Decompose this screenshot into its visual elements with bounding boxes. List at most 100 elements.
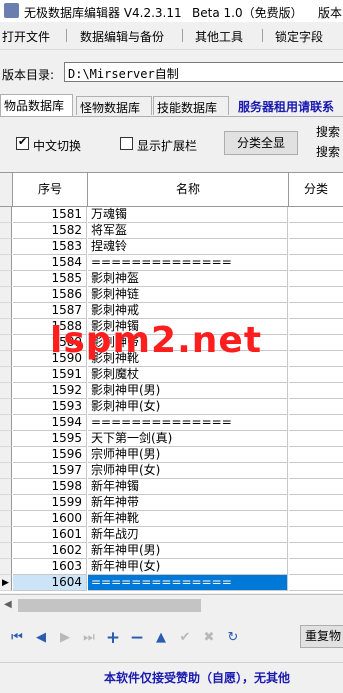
delete-icon[interactable]: − [128,629,146,647]
cell-no[interactable]: 1592 [13,383,87,399]
cell-no[interactable]: 1604 [13,575,87,591]
reset-button[interactable]: 重复物 [300,625,343,648]
cell-category[interactable] [289,239,343,255]
cell-category[interactable] [289,559,343,575]
cell-no[interactable]: 1581 [13,207,87,223]
refresh-icon[interactable]: ↻ [224,629,242,647]
cell-category[interactable] [289,367,343,383]
next-icon[interactable]: ▶ [56,629,74,647]
cell-name[interactable]: 影刺神盔 [88,271,288,287]
cell-name[interactable]: ============== [88,575,288,591]
cell-no[interactable]: 1596 [13,447,87,463]
cell-no[interactable]: 1594 [13,415,87,431]
cell-no[interactable]: 1584 [13,255,87,271]
table-row[interactable]: 1599 新年神带 [0,495,343,511]
item-grid[interactable]: 序号 名称 分类 1581 万魂镯 1582 将军盔 1583 捏魂铃 1584 ======… [0,172,343,593]
cell-category[interactable] [289,303,343,319]
table-row[interactable]: 1600 新年神靴 [0,511,343,527]
horizontal-scrollbar[interactable]: ◀ [0,594,343,617]
table-row[interactable]: 1595 天下第一剑(真) [0,431,343,447]
insert-icon[interactable]: + [104,629,122,647]
table-row[interactable]: 1591 影刺魔杖 [0,367,343,383]
cell-category[interactable] [289,335,343,351]
cell-name[interactable]: 影刺神甲(男) [88,383,288,399]
table-row[interactable]: 1583 捏魂铃 [0,239,343,255]
table-row[interactable]: 1602 新年神甲(男) [0,543,343,559]
menu-data-edit-backup[interactable]: 数据编辑与备份 [80,28,164,45]
cell-category[interactable] [289,287,343,303]
cell-name[interactable]: 新年战刃 [88,527,288,543]
category-all-button[interactable]: 分类全显 [224,131,298,155]
cell-no[interactable]: 1585 [13,271,87,287]
last-icon[interactable]: ⏭ [80,629,98,647]
table-row[interactable]: 1581 万魂镯 [0,207,343,223]
col-header-category[interactable]: 分类 [289,173,343,206]
cell-no[interactable]: 1601 [13,527,87,543]
cell-category[interactable] [289,351,343,367]
cell-no[interactable]: 1582 [13,223,87,239]
table-row[interactable]: 1597 宗师神甲(女) [0,463,343,479]
chinese-toggle-checkbox[interactable]: ✔ [16,135,29,150]
cell-name[interactable]: ============== [88,255,288,271]
cell-category[interactable] [289,223,343,239]
cell-name[interactable]: 新年神靴 [88,511,288,527]
table-row[interactable]: 1587 影刺神戒 [0,303,343,319]
cell-category[interactable] [289,431,343,447]
scroll-left-icon[interactable]: ◀ [4,599,12,610]
table-row[interactable]: 1596 宗师神甲(男) [0,447,343,463]
table-row[interactable]: 1582 将军盔 [0,223,343,239]
cell-category[interactable] [289,495,343,511]
table-row[interactable]: ▶ 1604 ============== [0,575,343,591]
table-row[interactable]: 1586 影刺神链 [0,287,343,303]
cell-category[interactable] [289,319,343,335]
cell-no[interactable]: 1597 [13,463,87,479]
cell-category[interactable] [289,575,343,591]
col-header-no[interactable]: 序号 [13,173,88,206]
menu-other-tools[interactable]: 其他工具 [195,28,243,45]
prior-icon[interactable]: ◀ [32,629,50,647]
menu-lock-fields[interactable]: 锁定字段 [275,28,323,45]
scroll-thumb[interactable] [18,599,201,612]
cell-category[interactable] [289,463,343,479]
cell-name[interactable]: 影刺神链 [88,287,288,303]
cell-no[interactable]: 1593 [13,399,87,415]
cell-no[interactable]: 1602 [13,543,87,559]
directory-input[interactable]: D:\Mirserver自制 [64,62,343,82]
cell-category[interactable] [289,479,343,495]
first-icon[interactable]: ⏮ [8,629,26,647]
cell-name[interactable]: 将军盔 [88,223,288,239]
table-row[interactable]: 1594 ============== [0,415,343,431]
cell-name[interactable]: 新年神带 [88,495,288,511]
cell-category[interactable] [289,527,343,543]
cell-no[interactable]: 1599 [13,495,87,511]
table-row[interactable]: 1601 新年战刃 [0,527,343,543]
cell-no[interactable]: 1587 [13,303,87,319]
cell-name[interactable]: 新年神镯 [88,479,288,495]
table-row[interactable]: 1598 新年神镯 [0,479,343,495]
cell-category[interactable] [289,543,343,559]
table-row[interactable]: 1603 新年神甲(女) [0,559,343,575]
cancel-icon[interactable]: ✖ [200,629,218,647]
table-row[interactable]: 1585 影刺神盔 [0,271,343,287]
cell-name[interactable]: 新年神甲(男) [88,543,288,559]
cell-category[interactable] [289,447,343,463]
cell-category[interactable] [289,511,343,527]
cell-category[interactable] [289,383,343,399]
cell-category[interactable] [289,255,343,271]
tab-monster-db[interactable]: 怪物数据库 [76,96,152,115]
cell-category[interactable] [289,271,343,287]
cell-no[interactable]: 1583 [13,239,87,255]
table-row[interactable]: 1584 ============== [0,255,343,271]
cell-category[interactable] [289,399,343,415]
cell-no[interactable]: 1586 [13,287,87,303]
post-icon[interactable]: ✔ [176,629,194,647]
edit-icon[interactable]: ▲ [152,629,170,647]
cell-name[interactable]: 影刺魔杖 [88,367,288,383]
table-row[interactable]: 1593 影刺神甲(女) [0,399,343,415]
cell-no[interactable]: 1600 [13,511,87,527]
cell-no[interactable]: 1603 [13,559,87,575]
tab-item-db[interactable]: 物品数据库 [0,94,73,116]
show-ext-checkbox[interactable] [120,137,133,150]
cell-name[interactable]: 宗师神甲(男) [88,447,288,463]
cell-no[interactable]: 1595 [13,431,87,447]
